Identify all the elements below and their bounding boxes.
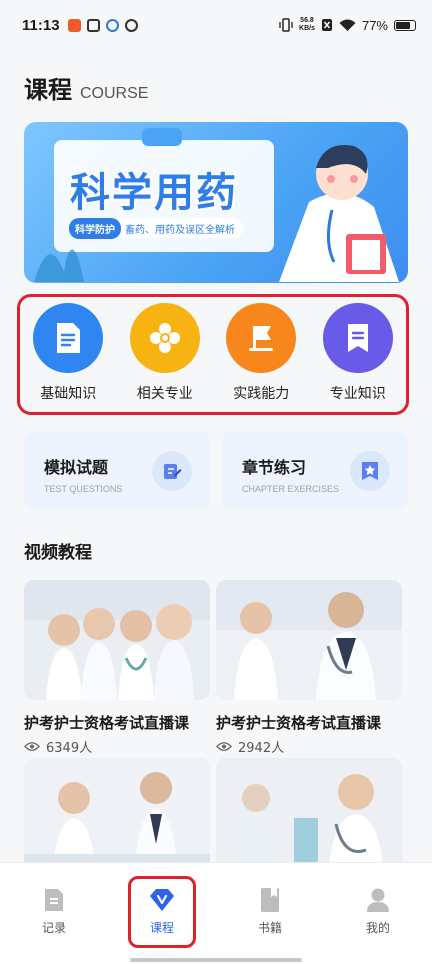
category-professional-knowledge[interactable]: 专业知识: [318, 303, 398, 403]
tab-books[interactable]: 书籍: [216, 863, 324, 964]
document-icon: [33, 303, 104, 373]
tab-label: 我的: [365, 921, 390, 935]
status-time: 11:13: [22, 16, 60, 34]
banner-title: 科学用药: [70, 170, 238, 216]
home-indicator[interactable]: [130, 958, 302, 962]
bookmark-icon: [322, 303, 393, 373]
tab-course[interactable]: 课程: [108, 863, 216, 964]
eye-icon: [216, 742, 232, 751]
wifi-icon: [339, 19, 356, 31]
category-label: 相关专业: [136, 386, 193, 402]
chapter-practice-card[interactable]: 章节练习 CHAPTER EXERCISES: [222, 432, 408, 509]
category-basic-knowledge[interactable]: 基础知识: [28, 303, 108, 403]
network-speed-value: 56.8: [300, 17, 314, 24]
video-section-title: 视频教程: [24, 543, 92, 563]
page-header: 课程 COURSE: [24, 70, 148, 105]
status-bar: 11:13 56.8 KB/s 77%: [0, 0, 432, 50]
tab-records[interactable]: 记录: [0, 863, 108, 964]
video-card[interactable]: [216, 758, 402, 878]
cloud-notification-icon: [105, 18, 119, 32]
video-card[interactable]: [24, 758, 210, 878]
banner-tag-label: 科学防护: [69, 217, 121, 239]
video-thumbnail: [24, 758, 210, 878]
video-views: 6349人: [24, 737, 210, 756]
category-grid: 基础知识 相关专业 实践能力 专业知识: [17, 294, 409, 415]
view-count: 6349人: [46, 741, 93, 756]
video-thumbnail: [24, 580, 210, 700]
video-card[interactable]: 护考护士资格考试直播课 6349人: [24, 580, 210, 756]
battery-icon: [394, 19, 416, 31]
eye-icon: [24, 742, 40, 751]
flower-icon: [129, 303, 200, 373]
category-related-major[interactable]: 相关专业: [125, 303, 205, 403]
app-notification-icon: [67, 18, 81, 32]
user-icon: [365, 887, 391, 913]
page-title: 课程: [24, 76, 72, 104]
banner-tag: 科学防护 畜药、用药及误区全解析: [69, 217, 243, 239]
category-label: 专业知识: [329, 386, 386, 402]
video-title: 护考护士资格考试直播课: [24, 714, 190, 732]
flag-icon: [226, 303, 297, 373]
tab-label: 书籍: [257, 921, 282, 935]
vibrate-icon: [279, 18, 293, 32]
mock-exam-card[interactable]: 模拟试题 TEST QUESTIONS: [24, 432, 210, 509]
star-badge-icon: [350, 451, 390, 491]
link-notification-icon: [124, 18, 138, 32]
tab-label: 课程: [149, 921, 174, 935]
battery-percent: 77%: [361, 17, 388, 33]
bottom-tab-bar: 记录 课程 书籍 我的: [0, 862, 432, 964]
notification-icons: [67, 18, 138, 32]
record-icon: [41, 887, 67, 913]
tab-profile[interactable]: 我的: [324, 863, 432, 964]
category-practice-ability[interactable]: 实践能力: [221, 303, 301, 403]
category-label: 基础知识: [40, 386, 97, 402]
battery-fill: [396, 21, 410, 29]
tab-label: 记录: [41, 921, 66, 935]
video-thumbnail: [216, 580, 402, 700]
network-speed: 56.8 KB/s: [299, 17, 315, 33]
course-v-icon: [149, 887, 175, 913]
status-right: 56.8 KB/s 77%: [279, 17, 416, 33]
banner-tag-text: 畜药、用药及误区全解析: [125, 224, 235, 236]
view-count: 2942人: [238, 741, 285, 756]
category-label: 实践能力: [233, 386, 290, 402]
video-title: 护考护士资格考试直播课: [216, 714, 382, 732]
video-thumbnail: [216, 758, 402, 878]
book-icon: [257, 887, 283, 913]
video-card[interactable]: 护考护士资格考试直播课 2942人: [216, 580, 402, 756]
wallet-notification-icon: [86, 18, 100, 32]
sim-off-icon: [321, 19, 332, 31]
video-views: 2942人: [216, 737, 402, 756]
edit-icon: [152, 451, 192, 491]
page-subtitle: COURSE: [80, 85, 149, 102]
promo-banner[interactable]: 科学用药 科学防护 畜药、用药及误区全解析: [24, 122, 408, 283]
network-speed-unit: KB/s: [299, 25, 315, 32]
